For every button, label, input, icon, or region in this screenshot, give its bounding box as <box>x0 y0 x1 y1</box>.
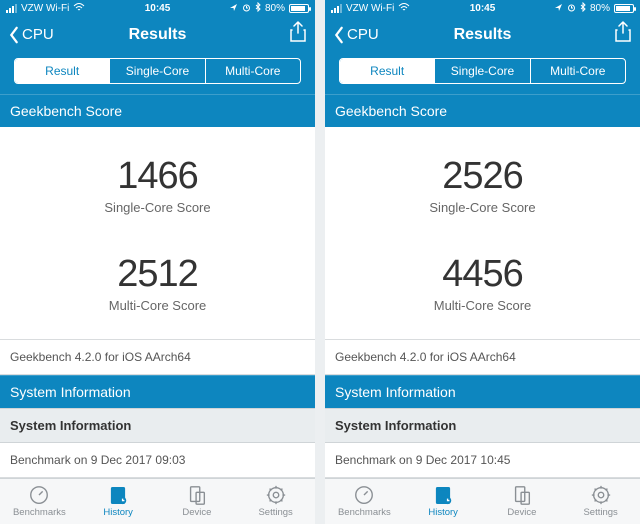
tab-settings[interactable]: Settings <box>236 479 315 524</box>
version-row: Geekbench 4.2.0 for iOS AArch64 <box>0 340 315 375</box>
history-icon <box>432 484 454 506</box>
gear-icon <box>265 484 287 506</box>
segment-multi-core[interactable]: Multi-Core <box>206 59 300 83</box>
multi-core-value: 4456 <box>325 253 640 296</box>
status-time: 10:45 <box>325 3 640 14</box>
gear-icon <box>590 484 612 506</box>
page-title: Results <box>325 26 640 44</box>
system-info-header: System Information <box>0 375 315 408</box>
scores-panel: 1466 Single-Core Score 2512 Multi-Core S… <box>0 127 315 340</box>
segment-single-core[interactable]: Single-Core <box>435 59 530 83</box>
tab-bar: Benchmarks History Device Settings <box>0 478 315 524</box>
single-core-block: 1466 Single-Core Score <box>0 137 315 235</box>
multi-core-block: 2512 Multi-Core Score <box>0 235 315 333</box>
segment-multi-core[interactable]: Multi-Core <box>531 59 625 83</box>
system-info-header: System Information <box>325 375 640 408</box>
nav-bar: CPU Results <box>0 17 315 52</box>
tab-benchmarks[interactable]: Benchmarks <box>325 479 404 524</box>
scores-panel: 2526 Single-Core Score 4456 Multi-Core S… <box>325 127 640 340</box>
tab-device[interactable]: Device <box>483 479 562 524</box>
single-core-value: 1466 <box>0 155 315 198</box>
segment-result[interactable]: Result <box>340 59 435 83</box>
nav-bar: CPU Results <box>325 17 640 52</box>
single-core-label: Single-Core Score <box>325 200 640 215</box>
multi-core-block: 4456 Multi-Core Score <box>325 235 640 333</box>
segmented-control: Result Single-Core Multi-Core <box>325 52 640 94</box>
single-core-label: Single-Core Score <box>0 200 315 215</box>
multi-core-label: Multi-Core Score <box>0 298 315 313</box>
system-info-subheader: System Information <box>325 408 640 443</box>
version-row: Geekbench 4.2.0 for iOS AArch64 <box>325 340 640 375</box>
tab-device[interactable]: Device <box>158 479 237 524</box>
battery-icon <box>289 4 309 13</box>
device-icon <box>186 484 208 506</box>
phone-right: VZW Wi-Fi 10:45 80% CPU Results Result S… <box>325 0 640 524</box>
benchmark-time-row: Benchmark on 9 Dec 2017 10:45 <box>325 443 640 478</box>
single-core-block: 2526 Single-Core Score <box>325 137 640 235</box>
page-title: Results <box>0 26 315 44</box>
device-icon <box>511 484 533 506</box>
multi-core-value: 2512 <box>0 253 315 296</box>
history-icon <box>107 484 129 506</box>
battery-icon <box>614 4 634 13</box>
single-core-value: 2526 <box>325 155 640 198</box>
system-info-subheader: System Information <box>0 408 315 443</box>
benchmark-time-row: Benchmark on 9 Dec 2017 09:03 <box>0 443 315 478</box>
gauge-icon <box>353 484 375 506</box>
tab-history[interactable]: History <box>79 479 158 524</box>
tab-settings[interactable]: Settings <box>561 479 640 524</box>
status-time: 10:45 <box>0 3 315 14</box>
gauge-icon <box>28 484 50 506</box>
tab-history[interactable]: History <box>404 479 483 524</box>
segment-single-core[interactable]: Single-Core <box>110 59 205 83</box>
phone-left: VZW Wi-Fi 10:45 80% CPU Results Result S… <box>0 0 315 524</box>
ios-status-bar: VZW Wi-Fi 10:45 80% <box>325 0 640 17</box>
tab-bar: Benchmarks History Device Settings <box>325 478 640 524</box>
ios-status-bar: VZW Wi-Fi 10:45 80% <box>0 0 315 17</box>
score-section-header: Geekbench Score <box>0 94 315 127</box>
segment-result[interactable]: Result <box>15 59 110 83</box>
score-section-header: Geekbench Score <box>325 94 640 127</box>
multi-core-label: Multi-Core Score <box>325 298 640 313</box>
tab-benchmarks[interactable]: Benchmarks <box>0 479 79 524</box>
segmented-control: Result Single-Core Multi-Core <box>0 52 315 94</box>
